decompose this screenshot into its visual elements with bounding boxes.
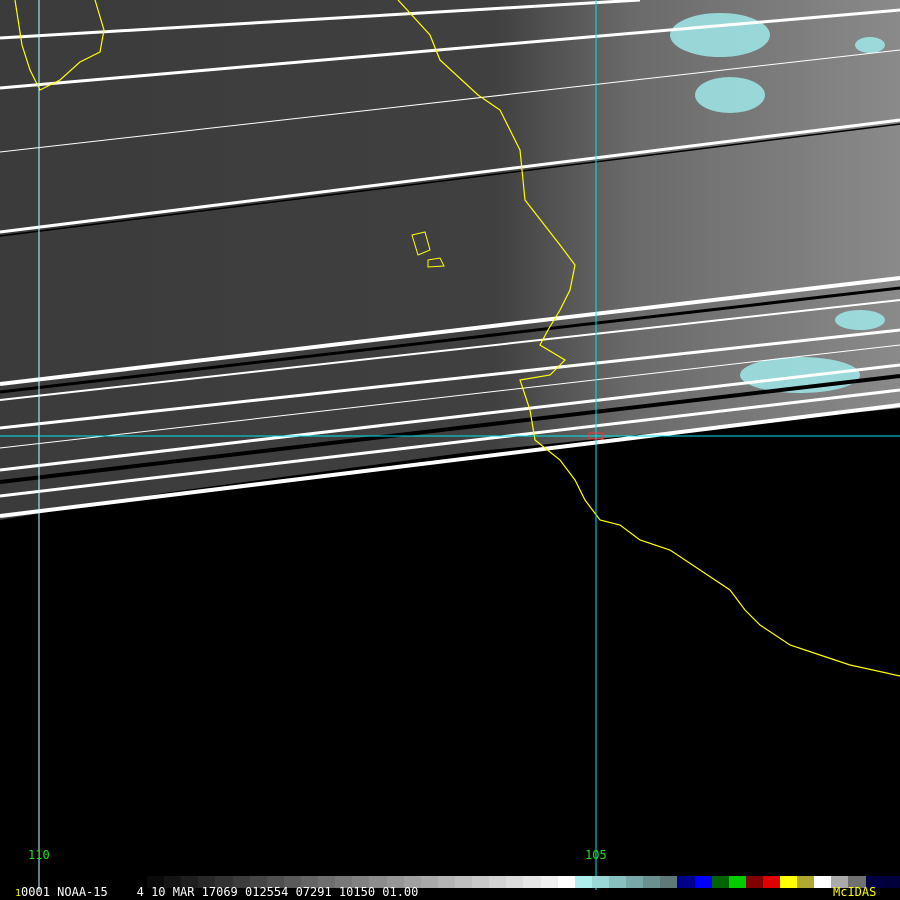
colorbar-swatch [489, 876, 507, 888]
colorbar-swatch [506, 876, 524, 888]
colorbar-swatch [523, 876, 541, 888]
satellite-image [0, 0, 900, 890]
colorbar-swatch [780, 876, 798, 888]
colorbar-swatch [454, 876, 473, 888]
colorbar-swatch [540, 876, 558, 888]
colorbar-swatch [797, 876, 815, 888]
colorbar-swatch [882, 876, 900, 888]
image-header-line: 10001 NOAA-15 4 10 MAR 17069 012554 0729… [15, 885, 418, 900]
colorbar-swatch [694, 876, 712, 888]
colorbar-swatch [626, 876, 644, 888]
colorbar-swatch [677, 876, 695, 888]
colorbar-swatch [814, 876, 832, 888]
mcidas-label: McIDAS [833, 885, 877, 899]
colorbar-swatch [660, 876, 678, 888]
colorbar-swatch [557, 876, 575, 888]
colorbar-swatch [711, 876, 729, 888]
colorbar-swatch [437, 876, 455, 888]
colorbar-swatch [472, 876, 490, 888]
colorbar-swatch [608, 876, 627, 888]
colorbar-swatch [728, 876, 746, 888]
colorbar-swatch [643, 876, 661, 888]
colorbar-swatch [420, 876, 438, 888]
header-text: 0001 NOAA-15 4 10 MAR 17069 012554 07291… [21, 885, 419, 899]
colorbar-swatch [745, 876, 763, 888]
satellite-image-viewer: 110 105 10001 NOAA-15 4 10 MAR 17069 012… [0, 0, 900, 900]
longitude-label-105: 105 [585, 848, 607, 862]
colorbar-swatch [574, 876, 592, 888]
longitude-label-110: 110 [28, 848, 50, 862]
colorbar-swatch [762, 876, 781, 888]
colorbar-swatch [591, 876, 609, 888]
